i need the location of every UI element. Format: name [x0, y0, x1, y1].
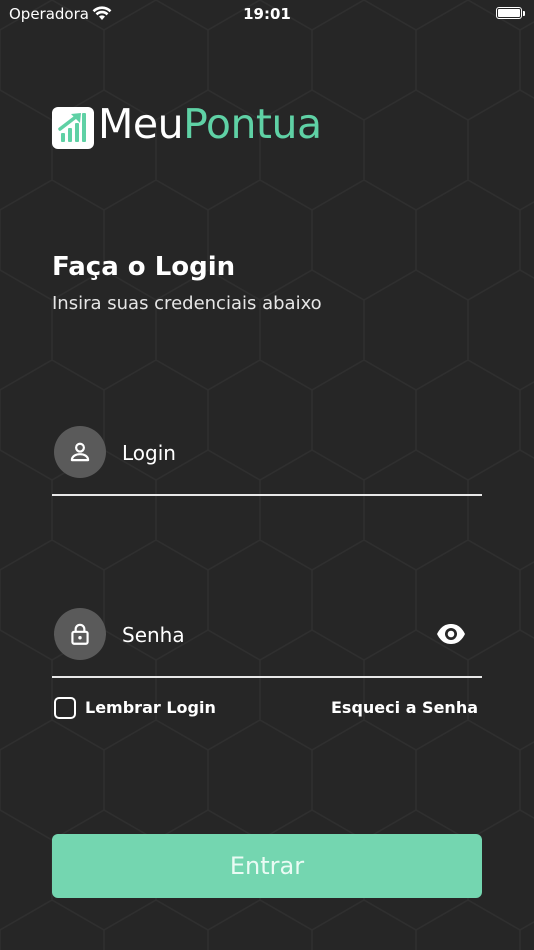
password-field: [52, 608, 482, 678]
password-input[interactable]: [120, 618, 424, 652]
brand-name-part1: Meu: [98, 100, 184, 148]
login-button[interactable]: Entrar: [52, 834, 482, 898]
status-bar: Operadora 19:01: [0, 0, 534, 28]
eye-icon[interactable]: [435, 620, 467, 648]
brand-name: MeuPontua: [98, 100, 322, 148]
remember-label: Lembrar Login: [85, 698, 216, 717]
status-time: 19:01: [243, 5, 291, 23]
battery-tip: [523, 11, 525, 16]
page-subtitle: Insira suas credenciais abaixo: [52, 293, 322, 314]
user-icon: [54, 426, 106, 478]
lock-icon: [54, 608, 106, 660]
chart-logo-icon: [52, 107, 94, 149]
forgot-password-link[interactable]: Esqueci a Senha: [331, 698, 478, 717]
login-input[interactable]: [120, 436, 424, 470]
login-field: [52, 426, 482, 496]
brand-name-part2: Pontua: [183, 100, 322, 148]
page-title: Faça o Login: [52, 252, 236, 282]
battery-icon: [496, 7, 522, 19]
password-field-underline: [52, 676, 482, 678]
login-field-underline: [52, 494, 482, 496]
remember-checkbox[interactable]: [54, 697, 76, 719]
